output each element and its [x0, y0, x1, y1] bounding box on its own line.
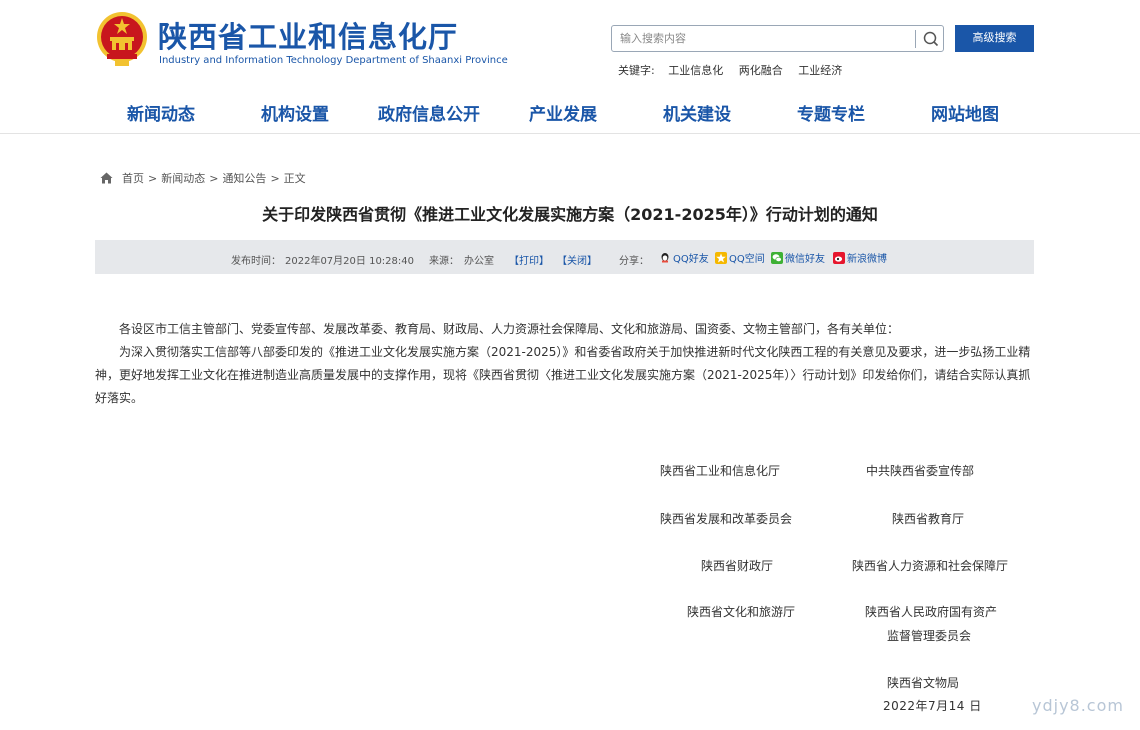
- home-icon: [100, 172, 113, 184]
- search-input[interactable]: [620, 29, 910, 48]
- breadcrumb: 首页 > 新闻动态 > 通知公告 > 正文: [100, 170, 306, 186]
- breadcrumb-separator: >: [148, 171, 158, 185]
- site-subtitle: Industry and Information Technology Depa…: [159, 55, 508, 66]
- source-value: 办公室: [464, 256, 494, 267]
- search-icon[interactable]: [921, 30, 941, 48]
- keywords-bar: 关键字: 工业信息化 两化融合 工业经济: [618, 62, 854, 78]
- publish-time-label: 发布时间：: [231, 256, 281, 267]
- article-paragraph: 为深入贯彻落实工信部等八部委印发的《推进工业文化发展实施方案（2021-2025…: [95, 345, 1031, 405]
- keyword-link[interactable]: 工业经济: [798, 64, 842, 77]
- keywords-label: 关键字:: [618, 64, 655, 77]
- article-body: 各设区市工信主管部门、党委宣传部、发展改革委、教育局、财政局、人力资源社会保障局…: [95, 318, 1035, 410]
- keyword-link[interactable]: 工业信息化: [668, 64, 723, 77]
- signatory: 陕西省教育厅: [892, 512, 965, 526]
- breadcrumb-current: 正文: [283, 172, 306, 185]
- share-qq-friend[interactable]: QQ好友: [659, 250, 709, 265]
- share-qzone[interactable]: QQ空间: [715, 250, 765, 265]
- search-box: [611, 25, 944, 52]
- signatory: 陕西省发展和改革委员会: [660, 512, 793, 526]
- signature-date: 2022年7月14 日: [883, 699, 982, 713]
- breadcrumb-separator: >: [270, 171, 280, 185]
- nav-item-news[interactable]: 新闻动态: [127, 100, 195, 125]
- nav-item-sitemap[interactable]: 网站地图: [931, 100, 999, 125]
- keyword-link[interactable]: 两化融合: [739, 64, 783, 77]
- nav-item-organization[interactable]: 机构设置: [261, 100, 329, 125]
- publish-time: 2022年07月20日 10:28:40: [285, 256, 414, 267]
- share-label: 分享：: [619, 256, 649, 267]
- share-qq-friend-label: QQ好友: [673, 254, 709, 265]
- signatory: 陕西省人民政府国有资产: [865, 605, 998, 619]
- share-wechat[interactable]: 微信好友: [771, 250, 825, 265]
- share-weibo[interactable]: 新浪微博: [833, 250, 887, 265]
- article-meta-bar: 发布时间： 2022年07月20日 10:28:40 来源： 办公室 【打印】 …: [95, 240, 1034, 274]
- national-emblem-icon: [97, 12, 147, 66]
- qzone-icon: [715, 251, 727, 264]
- signatory: 中共陕西省委宣传部: [866, 464, 975, 478]
- breadcrumb-separator: >: [209, 171, 219, 185]
- breadcrumb-news[interactable]: 新闻动态: [161, 170, 205, 186]
- share-qzone-label: QQ空间: [729, 254, 765, 265]
- advanced-search-button[interactable]: 高级搜索: [955, 25, 1034, 52]
- article-salutation: 各设区市工信主管部门、党委宣传部、发展改革委、教育局、财政局、人力资源社会保障局…: [119, 322, 900, 336]
- qq-icon: [661, 252, 669, 262]
- breadcrumb-notices[interactable]: 通知公告: [222, 170, 266, 186]
- wechat-icon: [771, 251, 783, 264]
- print-link[interactable]: 【打印】: [509, 252, 549, 267]
- nav-item-industry[interactable]: 产业发展: [529, 100, 597, 125]
- signatory: 陕西省文化和旅游厅: [687, 605, 796, 619]
- article-title: 关于印发陕西省贯彻《推进工业文化发展实施方案（2021-2025年）》行动计划的…: [262, 205, 878, 224]
- weibo-icon: [833, 251, 845, 264]
- signatory: 陕西省财政厅: [701, 559, 774, 573]
- close-link[interactable]: 【关闭】: [557, 252, 597, 267]
- site-header: 陕西省工业和信息化厅 Industry and Information Tech…: [0, 0, 1140, 134]
- search-divider: [915, 30, 916, 48]
- site-title[interactable]: 陕西省工业和信息化厅: [158, 14, 458, 56]
- watermark: ydjy8.com: [1032, 696, 1124, 715]
- main-nav: 新闻动态 机构设置 政府信息公开 产业发展 机关建设 专题专栏 网站地图: [95, 100, 1035, 130]
- share-wechat-label: 微信好友: [785, 254, 825, 265]
- signatory: 陕西省文物局: [887, 676, 960, 690]
- nav-item-gov-info[interactable]: 政府信息公开: [378, 100, 480, 125]
- nav-item-special-topics[interactable]: 专题专栏: [797, 100, 865, 125]
- nav-item-party-building[interactable]: 机关建设: [663, 100, 731, 125]
- signatory: 陕西省工业和信息化厅: [660, 464, 781, 478]
- breadcrumb-home[interactable]: 首页: [122, 170, 144, 186]
- signatory: 陕西省人力资源和社会保障厅: [852, 559, 1009, 573]
- source-label: 来源：: [429, 256, 459, 267]
- share-weibo-label: 新浪微博: [847, 254, 887, 265]
- signatory: 监督管理委员会: [887, 629, 972, 643]
